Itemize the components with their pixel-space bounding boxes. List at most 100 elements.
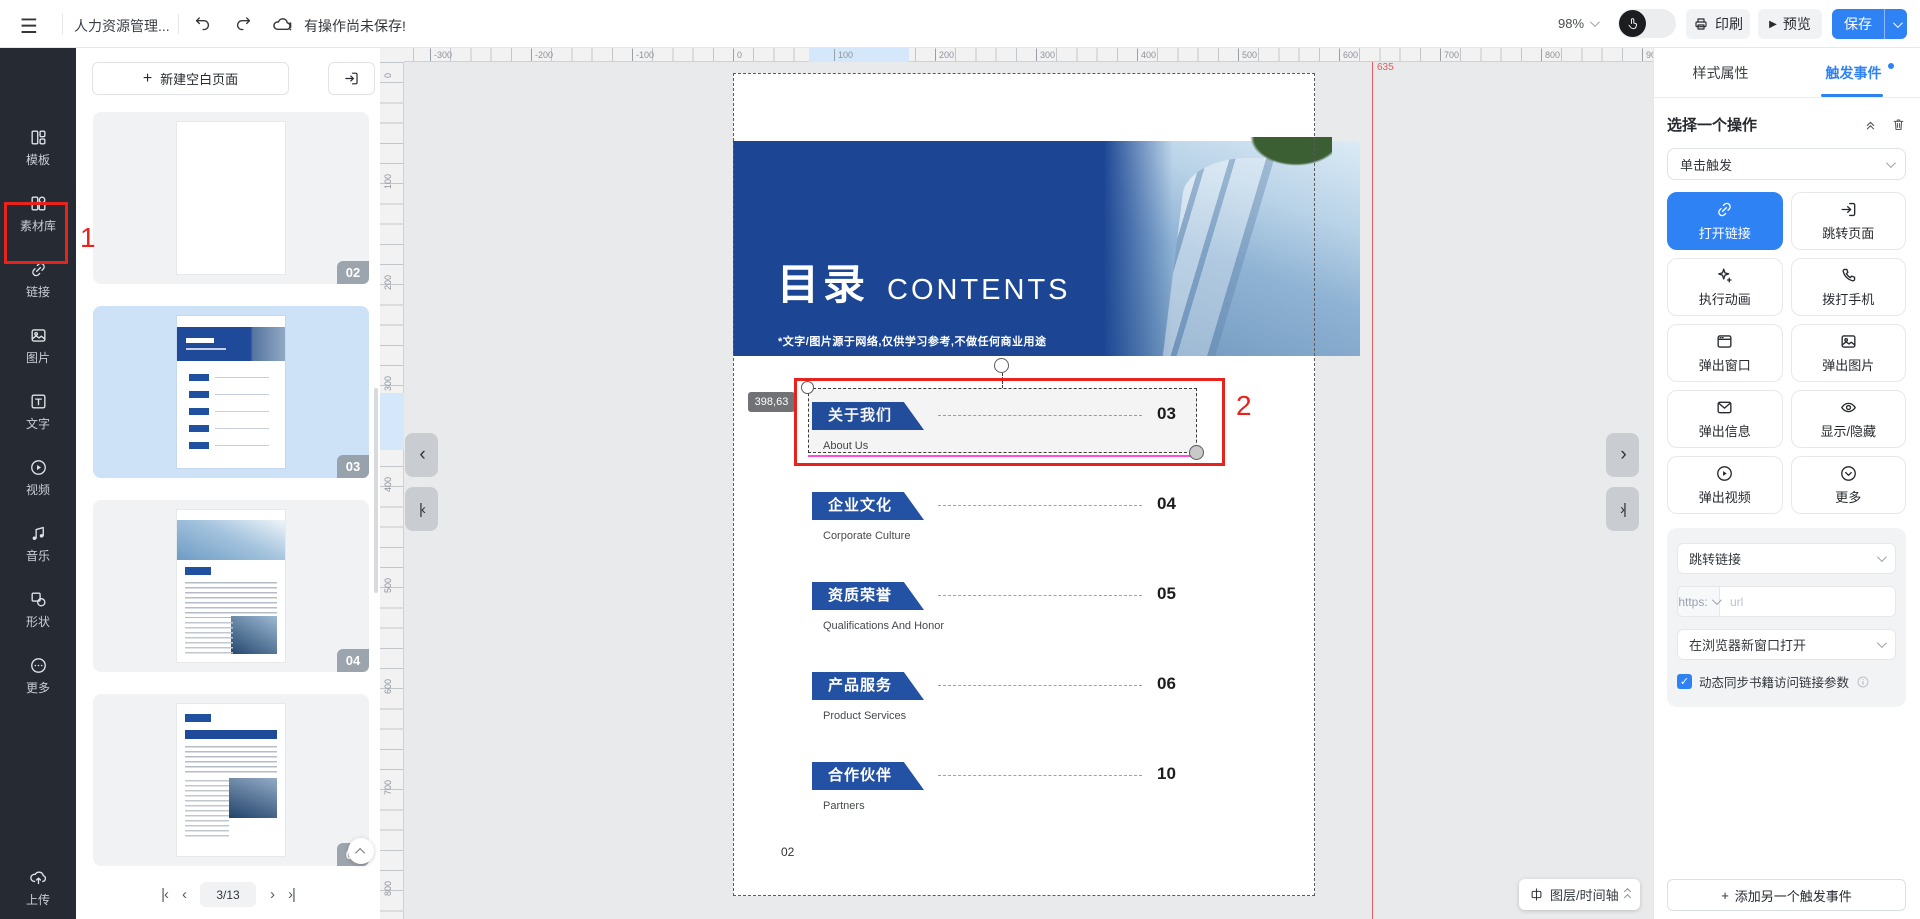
next-spread-button[interactable]: ›: [1606, 433, 1639, 477]
toc-page-number: 10: [1157, 764, 1176, 784]
toc-title-flag[interactable]: 企业文化: [812, 492, 924, 520]
toc-leader-line: [938, 775, 1142, 776]
action-button[interactable]: 拨打手机: [1791, 258, 1907, 316]
trigger-mode-select[interactable]: 单击触发: [1667, 148, 1906, 180]
last-page-icon[interactable]: ›|: [288, 886, 295, 903]
save-dropdown-button[interactable]: [1884, 9, 1907, 39]
first-spread-button[interactable]: |‹: [405, 487, 438, 531]
link-icon: [1715, 200, 1734, 219]
toc-page-number: 06: [1157, 674, 1176, 694]
document-page[interactable]: 目录 CONTENTS *文字/图片源于网络,仅供学习参考,不做任何商业用途 关…: [733, 73, 1315, 896]
collapse-icon: [1625, 889, 1630, 900]
panel-collapse-button[interactable]: [348, 838, 374, 864]
unsaved-notice: 有操作尚未保存!: [304, 16, 406, 36]
sidebar-item[interactable]: 视频: [0, 458, 76, 510]
eye-icon: [1839, 398, 1858, 417]
save-button[interactable]: 保存: [1832, 9, 1884, 39]
vertical-ruler: 0100200300400500600700800: [380, 62, 404, 919]
template-icon: [29, 128, 48, 147]
sidebar-item[interactable]: 图片: [0, 326, 76, 378]
toc-title-flag[interactable]: 合作伙伴: [812, 762, 924, 790]
chevron-down-icon: [1886, 158, 1896, 168]
folio-number: 02: [781, 845, 794, 859]
canvas[interactable]: -300-200-1000100200300400500600700800900…: [380, 48, 1653, 919]
preview-button[interactable]: ▶预览: [1758, 9, 1822, 39]
link-type-select[interactable]: 跳转链接: [1677, 543, 1896, 574]
phone-icon: [1839, 266, 1858, 285]
action-button[interactable]: 弹出图片: [1791, 324, 1907, 382]
undo-icon[interactable]: [193, 14, 212, 33]
action-button[interactable]: 弹出信息: [1667, 390, 1783, 448]
info-icon[interactable]: [1856, 675, 1870, 689]
sidebar-item[interactable]: 形状: [0, 590, 76, 642]
url-input[interactable]: [1720, 587, 1895, 616]
message-icon: [1715, 398, 1734, 417]
ruler-selection-highlight: [380, 393, 404, 450]
guide-line: [1372, 62, 1373, 919]
toc-row[interactable]: 产品服务 06 Product Services: [812, 672, 1192, 724]
protocol-select[interactable]: https:: [1678, 587, 1720, 616]
position-badge: 398,63: [748, 392, 795, 412]
sidebar-item[interactable]: 音乐: [0, 524, 76, 576]
link-settings-card: 跳转链接 https: 在浏览器新窗口打开 ✓ 动态同步书籍访问链接参数: [1667, 528, 1906, 707]
toc-row[interactable]: 合作伙伴 10 Partners: [812, 762, 1192, 814]
action-button[interactable]: 弹出视频: [1667, 456, 1783, 514]
toc-title-flag[interactable]: 资质荣誉: [812, 582, 924, 610]
action-button[interactable]: 打开链接: [1667, 192, 1783, 250]
document-title[interactable]: 人力资源管理...: [74, 16, 170, 36]
tab-trigger-events[interactable]: 触发事件: [1787, 48, 1920, 97]
music-icon: [29, 524, 48, 543]
page-thumbnail[interactable]: 04: [93, 500, 369, 672]
toc-row[interactable]: 资质荣誉 05 Qualifications And Honor: [812, 582, 1192, 634]
page-thumbnail[interactable]: 02: [93, 112, 369, 284]
page-thumbnail[interactable]: 03: [93, 306, 369, 478]
sidebar-item[interactable]: 文字: [0, 392, 76, 444]
rotate-handle[interactable]: [994, 358, 1009, 373]
previous-spread-button[interactable]: ‹: [405, 433, 438, 477]
action-button[interactable]: 跳转页面: [1791, 192, 1907, 250]
action-button[interactable]: 执行动画: [1667, 258, 1783, 316]
annotation-box-2: [794, 378, 1225, 466]
guide-position-label: 635: [1377, 62, 1394, 73]
print-button[interactable]: 印刷: [1686, 9, 1750, 39]
more-icon: [29, 656, 48, 675]
touch-mode-toggle[interactable]: [1618, 9, 1676, 38]
next-page-icon[interactable]: ›: [270, 886, 274, 903]
last-spread-button[interactable]: ›|: [1606, 487, 1639, 531]
first-page-icon[interactable]: |‹: [161, 886, 168, 903]
sidebar-item[interactable]: 模板: [0, 128, 76, 180]
page-thumbnail[interactable]: 05: [93, 694, 369, 866]
layers-timeline-button[interactable]: 图层/时间轴: [1519, 879, 1640, 910]
previous-page-icon[interactable]: ‹: [182, 886, 186, 903]
chevron-down-icon: [1877, 552, 1887, 562]
panel-scrollbar[interactable]: [374, 388, 378, 593]
ruler-corner: [380, 48, 404, 62]
video-icon: [29, 458, 48, 477]
redo-icon[interactable]: [234, 14, 253, 33]
zoom-select[interactable]: 98%: [1558, 16, 1597, 31]
sidebar-item-upload[interactable]: 上传: [0, 868, 76, 919]
open-mode-select[interactable]: 在浏览器新窗口打开: [1677, 629, 1896, 660]
toc-page-number: 04: [1157, 494, 1176, 514]
jump-icon: [1839, 200, 1858, 219]
toc-row[interactable]: 企业文化 04 Corporate Culture: [812, 492, 1192, 544]
checkbox-checked[interactable]: ✓: [1677, 674, 1692, 689]
sidebar-item[interactable]: 链接: [0, 260, 76, 312]
annotation-label-2: 2: [1236, 390, 1252, 422]
hamburger-menu-icon[interactable]: ☰: [20, 14, 38, 39]
trash-icon[interactable]: [1891, 117, 1906, 132]
tab-style-properties[interactable]: 样式属性: [1654, 48, 1787, 97]
sidebar-item[interactable]: 更多: [0, 656, 76, 708]
cloud-unsaved-icon[interactable]: [272, 14, 293, 35]
page-thumbnail-preview: [177, 316, 285, 468]
action-button[interactable]: 弹出窗口: [1667, 324, 1783, 382]
toc-subtitle: Product Services: [823, 710, 906, 722]
add-trigger-event-button[interactable]: + 添加另一个触发事件: [1667, 879, 1906, 911]
action-button[interactable]: 显示/隐藏: [1791, 390, 1907, 448]
collapse-section-icon[interactable]: [1863, 117, 1878, 132]
section-title: 选择一个操作: [1667, 114, 1757, 135]
sync-params-row: ✓ 动态同步书籍访问链接参数: [1677, 672, 1896, 691]
toc-title-flag[interactable]: 产品服务: [812, 672, 924, 700]
image-icon: [1839, 332, 1858, 351]
action-button[interactable]: 更多: [1791, 456, 1907, 514]
